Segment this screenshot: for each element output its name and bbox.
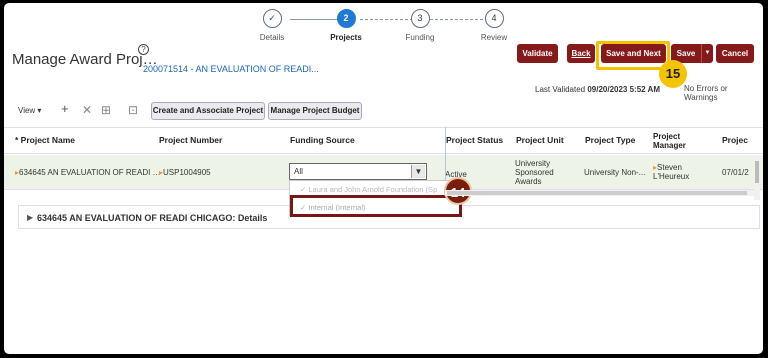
save-menu-chevron-icon[interactable]: ▼ <box>701 44 713 63</box>
highlight-internal-option <box>290 195 462 217</box>
delete-icon[interactable]: ✕ <box>82 103 92 117</box>
step-number: 3 <box>410 9 430 28</box>
train-step-details[interactable]: ✓ Details <box>242 9 302 42</box>
funding-source-select[interactable]: All ▼ <box>289 163 427 180</box>
col-project-date[interactable]: Projec <box>722 135 748 145</box>
horizontal-scrollbar[interactable] <box>445 190 760 196</box>
freeze-icon[interactable]: ⊞ <box>101 103 111 117</box>
dropdown-option[interactable]: ✓ Laura and John Arnold Foundation (Sp <box>300 185 437 194</box>
col-project-number[interactable]: Project Number <box>159 135 222 145</box>
add-icon[interactable]: + <box>61 101 69 116</box>
table-header: * Project Name Project Number Funding So… <box>4 127 763 154</box>
callout-badge-15: 15 <box>659 60 687 88</box>
highlight-save-and-next <box>596 41 670 70</box>
page-title: Manage Award Proj… <box>12 51 158 68</box>
col-project-unit[interactable]: Project Unit <box>516 135 564 145</box>
col-project-name[interactable]: * Project Name <box>15 135 75 145</box>
train-step-funding[interactable]: 3 Funding <box>390 9 450 42</box>
last-validated: Last Validated 09/20/2023 5:52 AM <box>535 85 660 94</box>
validate-button[interactable]: Validate <box>517 44 558 63</box>
expand-icon[interactable]: ▶ <box>27 213 33 222</box>
step-number: 4 <box>484 9 504 28</box>
project-date-cell: 07/01/2 <box>722 168 749 177</box>
help-icon[interactable]: ? <box>138 44 149 55</box>
train-step-projects[interactable]: 2 Projects <box>316 9 376 42</box>
check-icon: ✓ <box>262 9 282 28</box>
col-project-manager[interactable]: Project Manager <box>653 132 686 150</box>
no-errors-status: No Errors or Warnings <box>684 84 728 102</box>
col-project-type[interactable]: Project Type <box>585 135 635 145</box>
project-number-cell: ▸USP1004905 <box>159 168 211 177</box>
cancel-button[interactable]: Cancel <box>716 44 754 63</box>
col-project-status[interactable]: Project Status <box>446 135 503 145</box>
manage-project-budget-button[interactable]: Manage Project Budget <box>268 102 362 120</box>
detach-icon[interactable]: ⊡ <box>128 103 138 117</box>
project-type-cell: University Non-... <box>584 168 646 177</box>
project-name-cell: ▸634645 AN EVALUATION OF READI … <box>15 168 161 177</box>
col-funding-source[interactable]: Funding Source <box>290 135 355 145</box>
create-associate-project-button[interactable]: Create and Associate Project <box>151 102 265 120</box>
back-button[interactable]: Back <box>567 44 595 63</box>
project-unit-cell: University Sponsored Awards <box>515 159 554 186</box>
check-icon: ✓ <box>300 185 307 194</box>
train-step-review[interactable]: 4 Review <box>464 9 524 42</box>
app-frame: ✓ Details 2 Projects 3 Funding 4 Review … <box>4 3 763 354</box>
chevron-down-icon[interactable]: ▼ <box>411 165 425 178</box>
step-number: 2 <box>336 9 356 28</box>
view-menu[interactable]: View ▾ <box>18 106 41 115</box>
award-link[interactable]: 200071514 - AN EVALUATION OF READI... <box>143 64 319 74</box>
project-manager-cell: ▸Steven L'Heureux <box>653 163 690 181</box>
